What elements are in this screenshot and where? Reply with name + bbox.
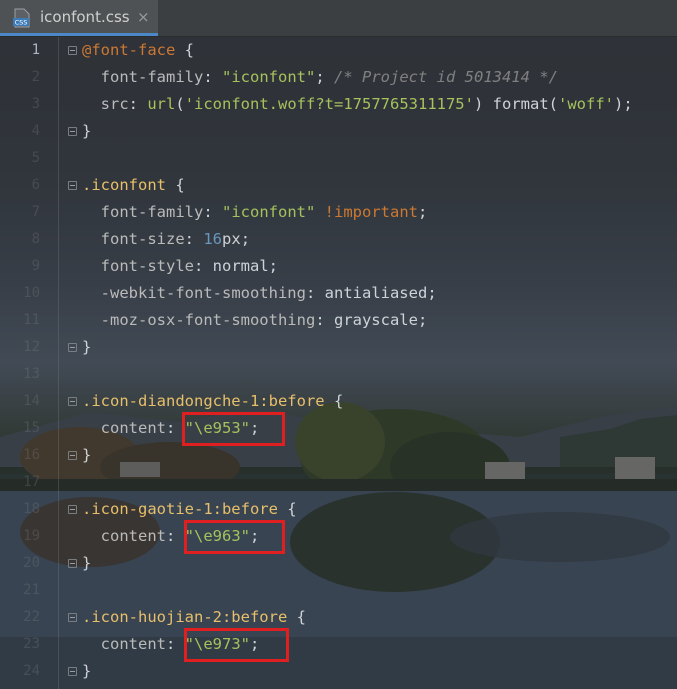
line-number: 2 [31,69,40,85]
code-line[interactable]: 7 font-family: "iconfont" !important; [0,199,677,226]
fold-icon[interactable] [68,559,77,568]
line-number: 3 [31,96,40,112]
code-line[interactable]: 4 } [0,118,677,145]
code-line[interactable]: 11 -moz-osx-font-smoothing: grayscale; [0,307,677,334]
highlight-box-e973 [184,628,289,662]
code-line[interactable]: 12 } [0,334,677,361]
code-line[interactable]: 17 [0,469,677,496]
close-icon[interactable]: × [137,8,150,26]
line-number: 1 [31,42,40,58]
line-number: 12 [23,339,40,355]
line-number: 13 [23,366,40,382]
code-editor[interactable]: 1 @font-face { 2 font-family: "iconfont"… [0,37,677,689]
code-line[interactable]: 6 .iconfont { [0,172,677,199]
code-line[interactable]: 18 .icon-gaotie-1:before { [0,496,677,523]
tab-label: iconfont.css [40,8,130,26]
code-line[interactable]: 22 .icon-huojian-2:before { [0,604,677,631]
code-line[interactable]: 24 } [0,658,677,685]
highlight-box-e963 [184,520,285,554]
line-number: 17 [23,474,40,490]
line-number: 19 [23,528,40,544]
code-line[interactable]: 2 font-family: "iconfont"; /* Project id… [0,64,677,91]
line-number: 22 [23,609,40,625]
line-number: 14 [23,393,40,409]
fold-icon[interactable] [68,613,77,622]
line-number: 24 [23,663,40,679]
line-number: 11 [23,312,40,328]
fold-icon[interactable] [68,127,77,136]
code-line[interactable]: 23 content: "\e973"; [0,631,677,658]
line-number: 15 [23,420,40,436]
css-file-icon: CSS [13,8,30,28]
fold-icon[interactable] [68,505,77,514]
line-number: 20 [23,555,40,571]
code-line[interactable]: 8 font-size: 16px; [0,226,677,253]
code-line[interactable]: 21 [0,577,677,604]
code-line[interactable]: 20 } [0,550,677,577]
line-number: 9 [31,258,40,274]
editor-tab-bar: CSS iconfont.css × [0,0,677,37]
fold-icon[interactable] [68,181,77,190]
line-number: 5 [31,150,40,166]
code-line[interactable]: 1 @font-face { [0,37,677,64]
line-number: 7 [31,204,40,220]
fold-icon[interactable] [68,343,77,352]
code-line[interactable]: 16 } [0,442,677,469]
fold-icon[interactable] [68,451,77,460]
highlight-box-e953 [182,412,285,446]
code-line[interactable]: 19 content: "\e963"; [0,523,677,550]
code-line[interactable]: 13 [0,361,677,388]
code-line[interactable]: 14 .icon-diandongche-1:before { [0,388,677,415]
code-line[interactable]: 5 [0,145,677,172]
line-number: 8 [31,231,40,247]
line-number: 23 [23,636,40,652]
line-number: 10 [23,285,40,301]
code-line[interactable]: 3 src: url('iconfont.woff?t=175776531117… [0,91,677,118]
line-number: 4 [31,123,40,139]
fold-icon[interactable] [68,397,77,406]
code-line[interactable]: 10 -webkit-font-smoothing: antialiased; [0,280,677,307]
svg-text:CSS: CSS [15,19,28,27]
code-line[interactable]: 15 content: "\e953"; [0,415,677,442]
fold-icon[interactable] [68,46,77,55]
code-line[interactable]: 9 font-style: normal; [0,253,677,280]
tab-iconfont-css[interactable]: CSS iconfont.css × [0,0,158,36]
line-number: 21 [23,582,40,598]
line-number: 18 [23,501,40,517]
line-number: 16 [23,447,40,463]
line-number: 6 [31,177,40,193]
fold-icon[interactable] [68,667,77,676]
